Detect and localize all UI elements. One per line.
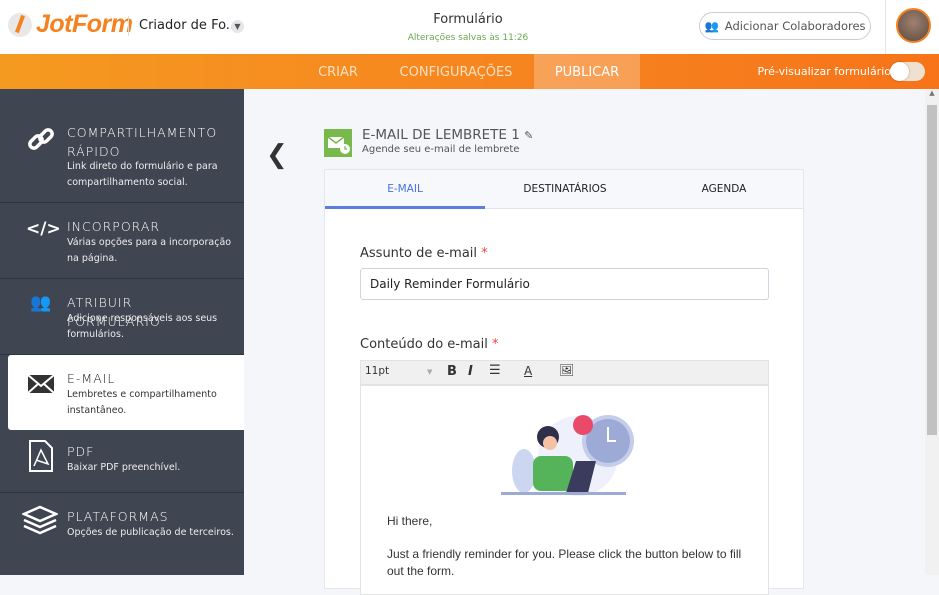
main-nav: CRIAR CONFIGURAÇÕES PUBLICAR Pré-visuali…: [0, 54, 939, 89]
tab-criar[interactable]: CRIAR: [304, 54, 372, 89]
subject-input[interactable]: Daily Reminder Formulário: [360, 268, 769, 300]
avatar[interactable]: [896, 8, 931, 43]
text-color-icon[interactable]: A: [524, 364, 532, 378]
back-chevron-icon[interactable]: ❮: [266, 140, 288, 170]
preview-toggle[interactable]: [890, 62, 925, 81]
top-header: JotForm Criador de Fo... ▼ Formulário Al…: [0, 0, 939, 54]
reminder-subtitle: Agende seu e-mail de lembrete: [362, 144, 520, 155]
sidebar-item-platforms[interactable]: PLATAFORMAS Opções de publicação de terc…: [0, 493, 244, 553]
editor-toolbar: 11pt ▼ B I ☰ A 🖼: [360, 360, 769, 385]
font-size-select[interactable]: 11pt: [365, 365, 389, 377]
chevron-down-icon[interactable]: ▼: [231, 20, 244, 33]
tab-configuracoes[interactable]: CONFIGURAÇÕES: [386, 54, 526, 89]
users-icon: 👥: [704, 19, 719, 33]
sidebar-item-quick-share[interactable]: COMPARTILHAMENTO RÁPIDO Link direto do f…: [0, 110, 244, 203]
email-content-editor[interactable]: Hi there, Just a friendly reminder for y…: [360, 385, 769, 595]
tab-recipients[interactable]: DESTINATÁRIOS: [485, 170, 645, 209]
sidebar-item-embed[interactable]: </> INCORPORAR Várias opções para a inco…: [0, 203, 244, 279]
add-collaborators-button[interactable]: 👥 Adicionar Colaboradores: [699, 12, 871, 40]
saved-status: Alterações salvas às 11:26: [407, 33, 529, 43]
link-icon: [26, 124, 56, 154]
image-icon[interactable]: 🖼: [559, 363, 574, 377]
users-icon: 👥: [30, 293, 52, 313]
pencil-logo-icon: [8, 12, 32, 37]
tab-publicar[interactable]: PUBLICAR: [534, 54, 640, 89]
reminder-illustration: [501, 415, 634, 496]
chevron-down-icon[interactable]: ▼: [427, 368, 432, 376]
scrollbar-thumb[interactable]: [927, 105, 937, 435]
scrollbar[interactable]: ▲: [925, 89, 939, 575]
publish-sidebar: COMPARTILHAMENTO RÁPIDO Link direto do f…: [0, 89, 244, 575]
reminder-tabs: E-MAIL DESTINATÁRIOS AGENDA: [325, 170, 803, 209]
envelope-icon: [26, 373, 56, 403]
preview-label: Pré-visualizar formulário: [757, 65, 891, 78]
jotform-logo[interactable]: JotForm: [8, 10, 133, 39]
subject-label: Assunto de e-mail *: [360, 246, 488, 261]
divider: [128, 16, 129, 36]
pencil-edit-icon[interactable]: ✎: [524, 129, 533, 142]
form-name[interactable]: Criador de Fo...: [139, 18, 238, 33]
page-title: Formulário: [433, 12, 503, 27]
layers-icon: [20, 505, 60, 535]
sidebar-item-email[interactable]: E-MAIL Lembretes e compartilhamento inst…: [8, 355, 244, 430]
sidebar-item-assign[interactable]: 👥 ATRIBUIR FORMULÁRIO Adicione responsáv…: [0, 279, 244, 355]
scroll-up-icon[interactable]: ▲: [925, 89, 939, 97]
tab-email[interactable]: E-MAIL: [325, 170, 485, 209]
bold-icon[interactable]: B: [447, 364, 457, 379]
sidebar-item-pdf[interactable]: PDF Baixar PDF preenchível.: [0, 430, 244, 493]
content-label: Conteúdo do e-mail *: [360, 337, 499, 352]
divider: [885, 0, 886, 54]
code-icon: </>: [26, 219, 61, 239]
reminder-email-icon: [324, 129, 352, 157]
reminder-title: E-MAIL DE LEMBRETE 1 ✎: [362, 127, 534, 143]
greeting-text: Hi there,: [387, 514, 433, 528]
italic-icon[interactable]: I: [468, 364, 473, 379]
tab-schedule[interactable]: AGENDA: [644, 170, 804, 209]
align-icon[interactable]: ☰: [489, 363, 501, 378]
reminder-card: E-MAIL DESTINATÁRIOS AGENDA Assunto de e…: [324, 169, 804, 595]
pdf-icon: [26, 440, 56, 472]
